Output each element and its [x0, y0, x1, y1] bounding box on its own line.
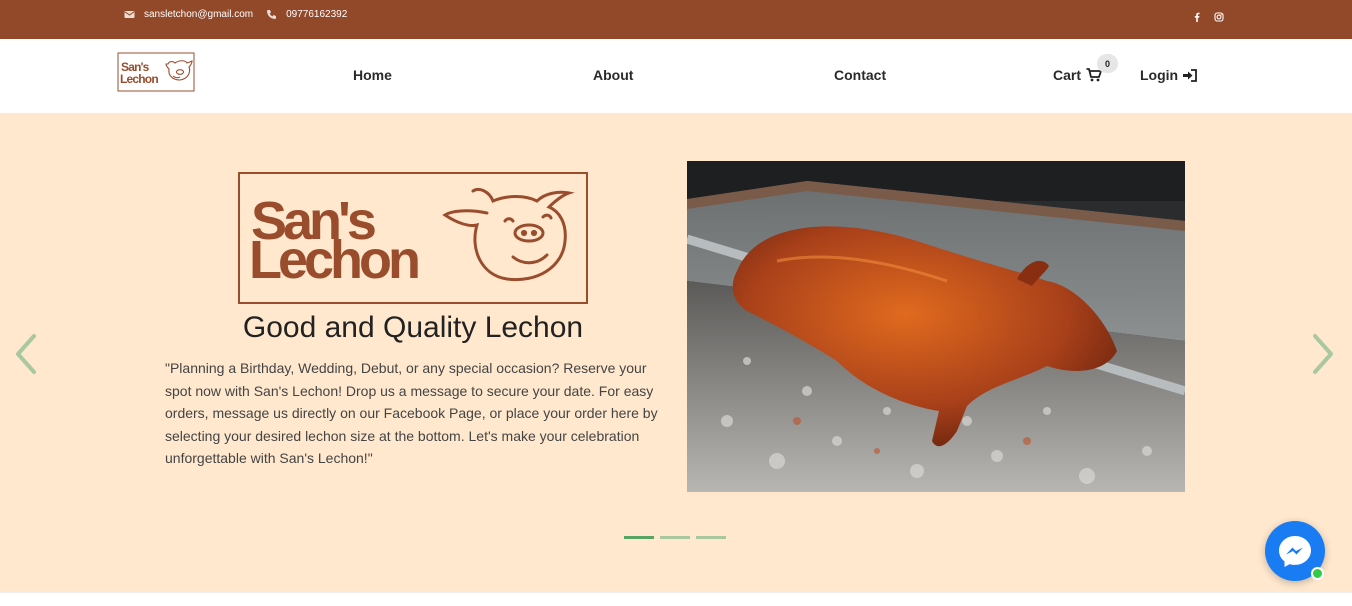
brand-logo[interactable]: San's Lechon — [117, 52, 195, 92]
carousel-indicator-3[interactable] — [696, 536, 726, 539]
sign-in-icon — [1183, 68, 1198, 82]
messenger-chat-button[interactable] — [1265, 521, 1325, 581]
online-status-dot — [1311, 567, 1324, 580]
carousel-prev-button[interactable] — [13, 332, 39, 376]
pig-face-icon — [442, 187, 575, 282]
nav-home[interactable]: Home — [353, 67, 392, 83]
lechon-photo — [687, 161, 1185, 492]
main-nav: San's Lechon Home About Contact Cart 0 L… — [0, 39, 1352, 113]
envelope-icon — [124, 9, 135, 20]
carousel-indicator-1[interactable] — [624, 536, 654, 539]
email-link[interactable]: sansletchon@gmail.com — [144, 9, 253, 20]
instagram-icon[interactable] — [1214, 9, 1224, 22]
cart-label: Cart — [1053, 67, 1082, 83]
page-bottom — [0, 592, 1352, 606]
logo-text-2: Lechon — [120, 72, 158, 86]
nav-login[interactable]: Login — [1140, 67, 1198, 83]
carousel-indicator-2[interactable] — [660, 536, 690, 539]
carousel-next-button[interactable] — [1310, 332, 1336, 376]
hero-logo-text-2: Lechon — [249, 230, 418, 290]
hero-description: "Planning a Birthday, Wedding, Debut, or… — [165, 360, 658, 466]
phone-number[interactable]: 09776162392 — [286, 9, 347, 20]
social-links — [1180, 9, 1224, 22]
nav-cart[interactable]: Cart — [1053, 67, 1102, 83]
contact-info: sansletchon@gmail.com 09776162392 — [124, 9, 360, 20]
carousel-indicators — [624, 536, 732, 539]
hero-brand-logo: San's Lechon — [237, 171, 589, 305]
nav-contact[interactable]: Contact — [834, 67, 886, 83]
cart-count-badge: 0 — [1097, 54, 1118, 73]
nav-about[interactable]: About — [593, 67, 633, 83]
phone-icon — [266, 9, 277, 20]
hero-carousel: San's Lechon Good and Quality Lechon "Pl… — [0, 113, 1352, 592]
top-bar: sansletchon@gmail.com 09776162392 — [0, 0, 1352, 39]
hero-title: Good and Quality Lechon — [242, 311, 584, 344]
facebook-icon[interactable] — [1192, 9, 1202, 22]
login-label: Login — [1140, 67, 1179, 83]
